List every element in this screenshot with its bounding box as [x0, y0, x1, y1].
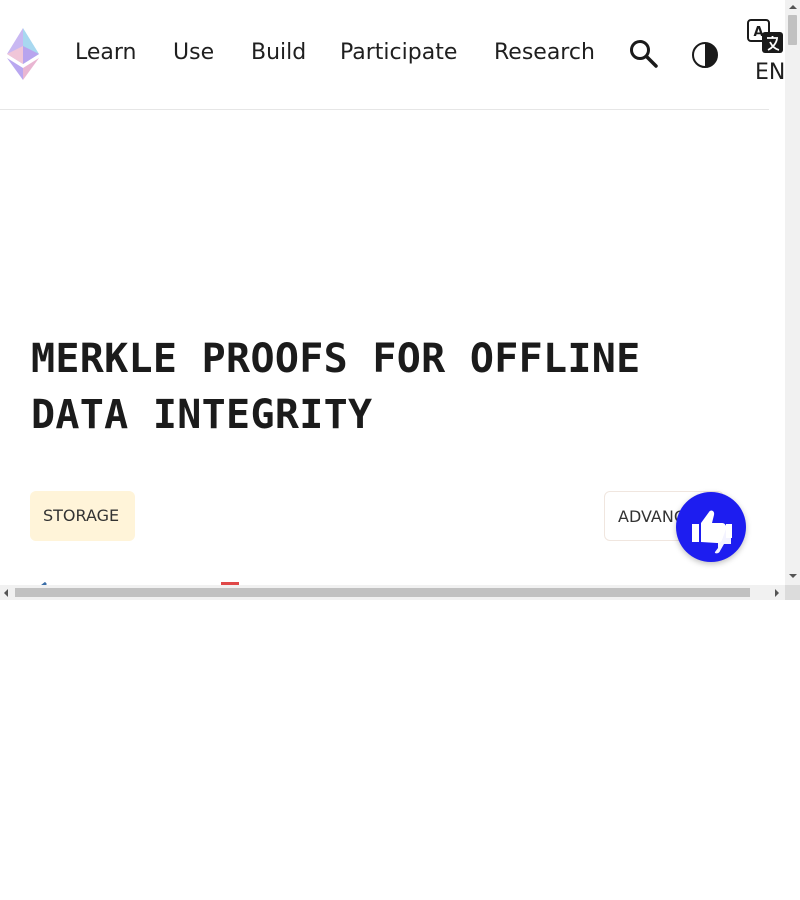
- translate-icon: A: [747, 19, 783, 53]
- tag-storage[interactable]: STORAGE: [30, 491, 135, 541]
- scroll-up-arrow-icon[interactable]: [789, 5, 797, 9]
- scroll-right-arrow-icon[interactable]: [775, 589, 779, 597]
- nav-link-participate[interactable]: Participate: [340, 38, 457, 68]
- browser-viewport: Learn Use Build Participate Research A E…: [0, 0, 785, 585]
- scroll-left-arrow-icon[interactable]: [4, 589, 8, 597]
- thumbs-up-down-icon: [692, 510, 732, 554]
- horizontal-scrollbar[interactable]: [0, 585, 785, 600]
- language-label: EN: [755, 60, 785, 85]
- nav-link-research[interactable]: Research: [494, 38, 595, 68]
- horizontal-scroll-thumb[interactable]: [15, 588, 750, 597]
- nav-link-use[interactable]: Use: [173, 38, 214, 68]
- home-logo-link[interactable]: [5, 27, 41, 81]
- scroll-down-arrow-icon[interactable]: [789, 574, 797, 578]
- nav-link-build[interactable]: Build: [251, 38, 306, 68]
- theme-toggle-button[interactable]: [690, 38, 720, 72]
- scrollbar-corner: [785, 585, 800, 600]
- top-navigation: Learn Use Build Participate Research A E…: [0, 0, 785, 110]
- nav-link-learn[interactable]: Learn: [75, 38, 137, 68]
- dark-mode-icon: [692, 42, 718, 68]
- language-picker-button[interactable]: A EN: [744, 18, 785, 88]
- vertical-scrollbar[interactable]: [785, 0, 800, 585]
- search-icon: [630, 40, 658, 68]
- page-title: MERKLE PROOFS FOR OFFLINE DATA INTEGRITY: [31, 336, 641, 438]
- feedback-button[interactable]: [676, 492, 746, 562]
- vertical-scroll-thumb[interactable]: [788, 15, 797, 45]
- ethereum-logo-icon: [7, 28, 39, 80]
- search-button[interactable]: [628, 38, 660, 70]
